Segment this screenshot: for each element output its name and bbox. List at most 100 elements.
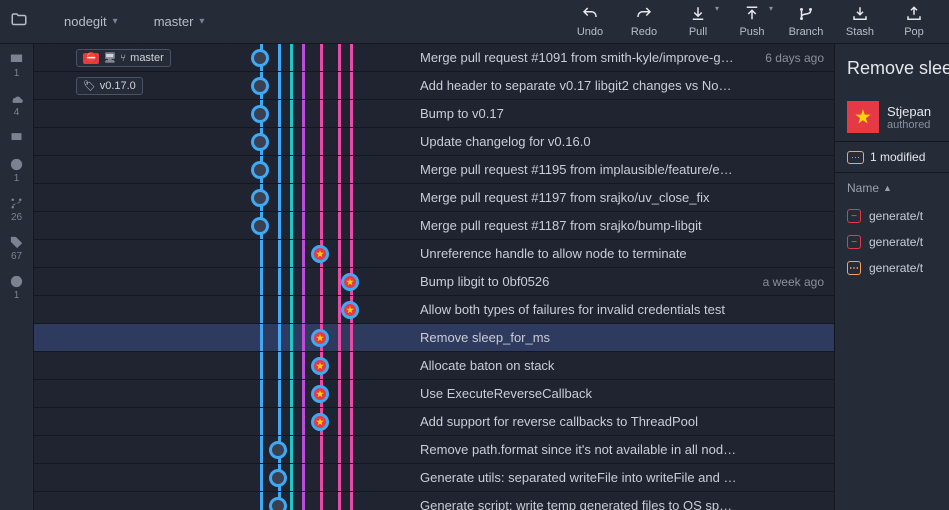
push-icon	[743, 5, 761, 23]
file-row[interactable]: ⋯generate/t	[835, 255, 949, 281]
commit-row[interactable]: Merge pull request #1195 from implausibl…	[34, 156, 834, 184]
commit-node[interactable]	[251, 77, 269, 95]
sidebar-globe[interactable]: 1	[9, 274, 24, 301]
commit-message: Generate utils: separated writeFile into…	[414, 470, 738, 485]
sidebar-branch[interactable]: 26	[9, 196, 24, 223]
left-sidebar: 1 4 1 26 67 1	[0, 44, 34, 510]
modified-icon: ⋯	[847, 151, 864, 164]
commit-node[interactable]	[311, 413, 329, 431]
author-avatar	[847, 101, 879, 133]
commit-message: Bump libgit to 0bf0526	[414, 274, 738, 289]
sidebar-clock[interactable]: 1	[9, 157, 24, 184]
pull-button[interactable]: Pull▾	[671, 0, 725, 43]
commit-row[interactable]: Remove sleep_for_ms	[34, 324, 834, 352]
commit-row[interactable]: Allow both types of failures for invalid…	[34, 296, 834, 324]
commit-node[interactable]	[341, 273, 359, 291]
version-tag[interactable]: 🏷 v0.17.0	[76, 77, 143, 95]
commit-date: 6 days ago	[738, 51, 834, 65]
commit-node[interactable]	[251, 133, 269, 151]
chevron-down-icon: ▾	[113, 16, 118, 27]
commit-row[interactable]: Use ExecuteReverseCallback	[34, 380, 834, 408]
stash-button[interactable]: Stash	[833, 0, 887, 43]
file-row[interactable]: −generate/t	[835, 229, 949, 255]
file-row[interactable]: −generate/t	[835, 203, 949, 229]
commit-node[interactable]	[251, 105, 269, 123]
commit-row[interactable]: Merge pull request #1197 from srajko/uv_…	[34, 184, 834, 212]
commit-node[interactable]	[251, 161, 269, 179]
redo-button[interactable]: Redo	[617, 0, 671, 43]
top-bar: nodegit ▾ master ▾ UndoRedoPull▾Push▾Bra…	[0, 0, 949, 44]
commit-node[interactable]	[251, 189, 269, 207]
sidebar-tag[interactable]: 67	[9, 235, 24, 262]
branch-name: master	[154, 14, 194, 29]
push-button[interactable]: Push▾	[725, 0, 779, 43]
detail-author: Stjepan authored	[835, 93, 949, 141]
author-sub: authored	[887, 119, 931, 131]
commit-row[interactable]: Remove path.format since it's not availa…	[34, 436, 834, 464]
modified-icon: ⋯	[847, 261, 861, 275]
files-header[interactable]: Name ▲	[835, 173, 949, 203]
commit-message: Allocate baton on stack	[414, 358, 738, 373]
redo-icon	[635, 5, 653, 23]
commit-message: Merge pull request #1197 from srajko/uv_…	[414, 190, 738, 205]
chevron-down-icon: ▾	[769, 4, 773, 13]
commit-message: Unreference handle to allow node to term…	[414, 246, 738, 261]
commit-message: Merge pull request #1195 from implausibl…	[414, 162, 738, 177]
pop-button[interactable]: Pop	[887, 0, 941, 43]
commit-node[interactable]	[311, 329, 329, 347]
head-ref-tag[interactable]: ⛔🖥⑂ master	[76, 49, 171, 67]
commit-node[interactable]	[251, 49, 269, 67]
commit-row[interactable]: Merge pull request #1187 from srajko/bum…	[34, 212, 834, 240]
commit-row[interactable]: Generate script: write temp generated fi…	[34, 492, 834, 510]
commit-node[interactable]	[341, 301, 359, 319]
commit-row[interactable]: ⛔🖥⑂ master Merge pull request #1091 from …	[34, 44, 834, 72]
detail-panel: Remove slee Stjepan authored ⋯ 1 modifie…	[834, 44, 949, 510]
commit-node[interactable]	[311, 385, 329, 403]
commit-node[interactable]	[251, 217, 269, 235]
commit-row[interactable]: Bump libgit to 0bf0526a week ago	[34, 268, 834, 296]
repo-name: nodegit	[64, 14, 107, 29]
commit-message: Update changelog for v0.16.0	[414, 134, 738, 149]
commit-message: Add header to separate v0.17 libgit2 cha…	[414, 78, 738, 93]
undo-icon	[581, 5, 599, 23]
sort-arrow-icon: ▲	[883, 183, 892, 193]
commit-node[interactable]	[269, 441, 287, 459]
commit-message: Allow both types of failures for invalid…	[414, 302, 738, 317]
commit-row[interactable]: Update changelog for v0.16.0	[34, 128, 834, 156]
commit-list[interactable]: ⛔🖥⑂ master Merge pull request #1091 from …	[34, 44, 834, 510]
sidebar-computer[interactable]	[9, 130, 24, 145]
commit-message: Remove path.format since it's not availa…	[414, 442, 738, 457]
branch-crumb[interactable]: master ▾	[140, 0, 227, 43]
commit-row[interactable]: Generate utils: separated writeFile into…	[34, 464, 834, 492]
undo-button[interactable]: Undo	[563, 0, 617, 43]
sidebar-cloud[interactable]: 4	[9, 91, 24, 118]
folder-button[interactable]	[0, 0, 50, 43]
commit-row[interactable]: Unreference handle to allow node to term…	[34, 240, 834, 268]
sidebar-monitor[interactable]: 1	[9, 52, 24, 79]
chevron-down-icon: ▾	[715, 4, 719, 13]
commit-message: Remove sleep_for_ms	[414, 330, 738, 345]
commit-row[interactable]: Add support for reverse callbacks to Thr…	[34, 408, 834, 436]
branch-icon	[797, 5, 815, 23]
commit-row[interactable]: 🏷 v0.17.0 Add header to separate v0.17 li…	[34, 72, 834, 100]
commit-node[interactable]	[269, 469, 287, 487]
repo-crumb[interactable]: nodegit ▾	[50, 0, 140, 43]
stash-icon	[851, 5, 869, 23]
deleted-icon: −	[847, 235, 861, 249]
commit-message: Merge pull request #1091 from smith-kyle…	[414, 50, 738, 65]
pop-icon	[905, 5, 923, 23]
commit-row[interactable]: Allocate baton on stack	[34, 352, 834, 380]
pull-icon	[689, 5, 707, 23]
commit-node[interactable]	[311, 245, 329, 263]
commit-node[interactable]	[269, 497, 287, 510]
modified-summary[interactable]: ⋯ 1 modified	[835, 141, 949, 173]
folder-icon	[10, 11, 28, 32]
branch-button[interactable]: Branch	[779, 0, 833, 43]
author-name: Stjepan	[887, 104, 931, 119]
commit-message: Merge pull request #1187 from srajko/bum…	[414, 218, 738, 233]
commit-node[interactable]	[311, 357, 329, 375]
commit-row[interactable]: Bump to v0.17	[34, 100, 834, 128]
commit-message: Use ExecuteReverseCallback	[414, 386, 738, 401]
commit-message: Add support for reverse callbacks to Thr…	[414, 414, 738, 429]
commit-message: Bump to v0.17	[414, 106, 738, 121]
